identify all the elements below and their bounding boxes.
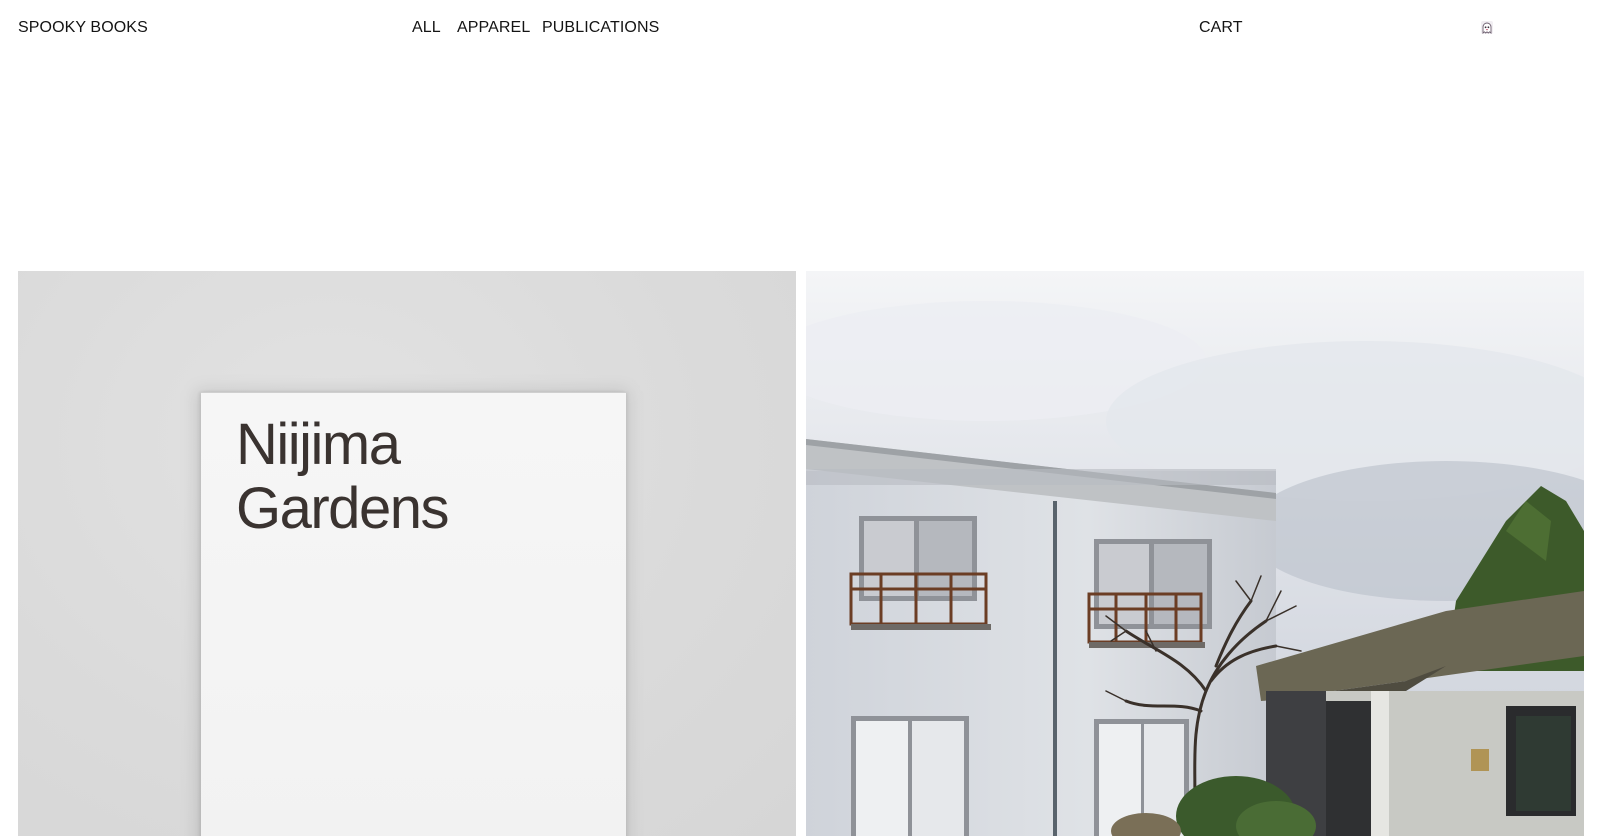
booklet-title: Niijima Gardens — [236, 412, 449, 541]
product-card-niijima-gardens[interactable]: Niijima Gardens — [18, 271, 796, 836]
ghost-icon[interactable] — [1479, 20, 1495, 36]
house-photo — [806, 271, 1584, 836]
nav-item-publications[interactable]: PUBLICATIONS — [542, 18, 659, 38]
cart-link[interactable]: CART — [1199, 18, 1243, 38]
booklet-title-line-1: Niijima — [236, 412, 401, 477]
product-card-house-photo[interactable] — [806, 271, 1584, 836]
nav-item-apparel[interactable]: APPAREL — [457, 18, 530, 38]
brand-logo-link[interactable]: SPOOKY BOOKS — [18, 18, 148, 38]
booklet-title-line-2: Gardens — [236, 476, 449, 541]
nav-item-all[interactable]: ALL — [412, 18, 441, 38]
